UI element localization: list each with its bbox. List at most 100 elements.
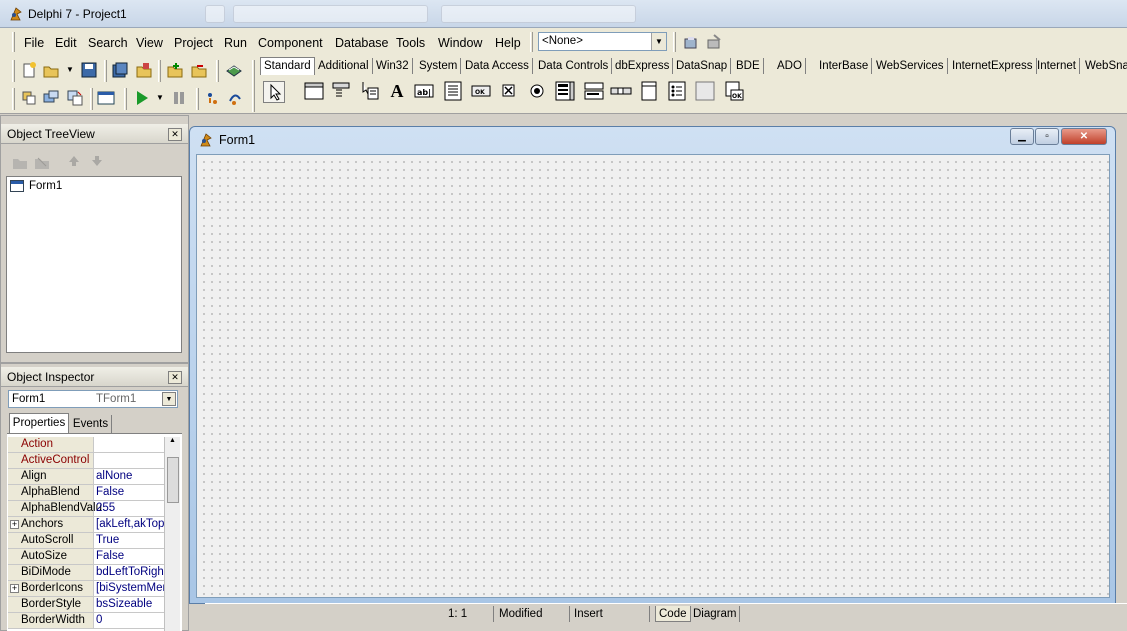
expand-icon[interactable]: +	[10, 584, 19, 593]
pause-icon[interactable]	[170, 89, 188, 107]
property-row[interactable]: BorderWidth 0	[8, 613, 164, 629]
minimize-icon[interactable]: ▁	[1010, 128, 1034, 145]
chevron-down-icon[interactable]: ▼	[651, 33, 666, 50]
property-value[interactable]	[96, 453, 164, 468]
inspector-scrollbar[interactable]: ▲	[164, 437, 180, 631]
toolbar-grip[interactable]	[530, 32, 533, 52]
form-design-surface[interactable]	[196, 154, 1110, 598]
palette-tab-additional[interactable]: Additional	[315, 58, 373, 74]
combobox-icon[interactable]	[583, 80, 605, 102]
palette-tab-internet[interactable]: Internet	[1034, 58, 1080, 74]
help-contents-icon[interactable]	[225, 61, 243, 79]
new-items-icon[interactable]	[20, 61, 38, 79]
menu-run[interactable]: Run	[222, 34, 249, 52]
frames-icon[interactable]	[303, 80, 325, 102]
property-value[interactable]: [biSystemMen	[96, 581, 164, 596]
property-value[interactable]: bsSizeable	[96, 597, 164, 612]
palette-tab-websnap[interactable]: WebSna	[1082, 58, 1127, 74]
toolbar-grip[interactable]	[124, 88, 127, 110]
property-value[interactable]: True	[96, 533, 164, 548]
menu-file[interactable]: File	[22, 34, 46, 52]
palette-tab-data-controls[interactable]: Data Controls	[535, 58, 613, 74]
property-row[interactable]: AutoSize False	[8, 549, 164, 565]
save-all-icon[interactable]	[111, 61, 129, 79]
move-up-icon[interactable]	[67, 154, 81, 168]
property-row[interactable]: AlphaBlendValu 255	[8, 501, 164, 517]
menu-edit[interactable]: Edit	[53, 34, 79, 52]
remove-file-icon[interactable]	[190, 61, 208, 79]
scrollbar-icon[interactable]	[610, 80, 632, 102]
property-value[interactable]: alNone	[96, 469, 164, 484]
toolbar-grip[interactable]	[196, 88, 199, 110]
property-value[interactable]: 255	[96, 501, 164, 516]
palette-tab-standard[interactable]: Standard	[260, 57, 315, 75]
actionlist-icon[interactable]: OK	[723, 80, 745, 102]
menu-help[interactable]: Help	[493, 34, 523, 52]
toolbar-grip[interactable]	[12, 60, 15, 82]
maximize-icon[interactable]: ▫	[1035, 128, 1059, 145]
scrollbar-thumb[interactable]	[167, 457, 179, 503]
save-icon[interactable]	[80, 61, 98, 79]
checkbox-icon[interactable]	[498, 80, 520, 102]
toolbar-grip[interactable]	[90, 88, 93, 110]
property-row[interactable]: AutoScroll True	[8, 533, 164, 549]
property-value[interactable]: 0	[96, 613, 164, 628]
toolbar-grip[interactable]	[158, 60, 161, 82]
set-debug-desktop-icon[interactable]	[705, 33, 723, 51]
menu-database[interactable]: Database	[333, 34, 391, 52]
palette-tab-interbase[interactable]: InterBase	[816, 58, 873, 74]
toolbar-grip[interactable]	[12, 88, 15, 110]
property-row[interactable]: Action	[8, 437, 164, 453]
save-desktop-icon[interactable]	[682, 33, 700, 51]
toolbar-grip[interactable]	[252, 60, 255, 112]
view-unit-icon[interactable]	[20, 89, 38, 107]
palette-tab-internetexpress[interactable]: InternetExpress	[949, 58, 1037, 74]
palette-tab-data-access[interactable]: Data Access	[462, 58, 533, 74]
property-value[interactable]: False	[96, 485, 164, 500]
object-selector-combo[interactable]: Form1 TForm1 ▼	[8, 390, 178, 408]
mainmenu-icon[interactable]	[330, 80, 352, 102]
memo-icon[interactable]	[442, 80, 464, 102]
menu-search[interactable]: Search	[86, 34, 130, 52]
menu-project[interactable]: Project	[172, 34, 215, 52]
property-row[interactable]: BorderIcons + [biSystemMen	[8, 581, 164, 597]
open-project-icon[interactable]	[135, 61, 153, 79]
tab-properties[interactable]: Properties	[9, 413, 69, 433]
delete-item-icon[interactable]	[33, 154, 51, 170]
property-value[interactable]: False	[96, 549, 164, 564]
palette-tab-datasnap[interactable]: DataSnap	[673, 58, 732, 74]
label-icon[interactable]: A	[386, 80, 408, 102]
pointer-icon[interactable]	[263, 81, 285, 103]
new-form-icon[interactable]	[97, 89, 115, 107]
new-item-icon[interactable]	[11, 154, 29, 170]
toggle-form-unit-icon[interactable]	[66, 89, 84, 107]
palette-tab-bde[interactable]: BDE	[733, 58, 764, 74]
property-value[interactable]: bdLeftToRigh	[96, 565, 164, 580]
property-row[interactable]: ActiveControl	[8, 453, 164, 469]
add-file-icon[interactable]	[166, 61, 184, 79]
step-over-icon[interactable]	[226, 89, 244, 107]
menu-component[interactable]: Component	[256, 34, 325, 52]
tab-events[interactable]: Events	[70, 415, 112, 433]
open-dropdown-icon[interactable]: ▼	[66, 65, 74, 74]
panel-icon[interactable]	[694, 80, 716, 102]
palette-tab-ado[interactable]: ADO	[774, 58, 806, 74]
tab-code[interactable]: Code	[655, 606, 691, 622]
chevron-down-icon[interactable]: ▼	[162, 392, 176, 406]
palette-tab-system[interactable]: System	[416, 58, 462, 74]
groupbox-icon[interactable]	[638, 80, 660, 102]
property-row[interactable]: BorderStyle bsSizeable	[8, 597, 164, 613]
palette-tab-webservices[interactable]: WebServices	[873, 58, 948, 74]
run-icon[interactable]	[133, 89, 151, 107]
property-value[interactable]: [akLeft,akTop	[96, 517, 164, 532]
tree-node-form1[interactable]: Form1	[29, 180, 62, 192]
button-icon[interactable]: OK	[470, 80, 492, 102]
menu-window[interactable]: Window	[436, 34, 484, 52]
menu-view[interactable]: View	[134, 34, 165, 52]
open-icon[interactable]	[42, 61, 60, 79]
property-row[interactable]: AlphaBlend False	[8, 485, 164, 501]
property-value[interactable]	[96, 437, 164, 452]
property-row[interactable]: BiDiMode bdLeftToRigh	[8, 565, 164, 581]
view-form-icon[interactable]	[42, 89, 60, 107]
palette-tab-win32[interactable]: Win32	[373, 58, 413, 74]
